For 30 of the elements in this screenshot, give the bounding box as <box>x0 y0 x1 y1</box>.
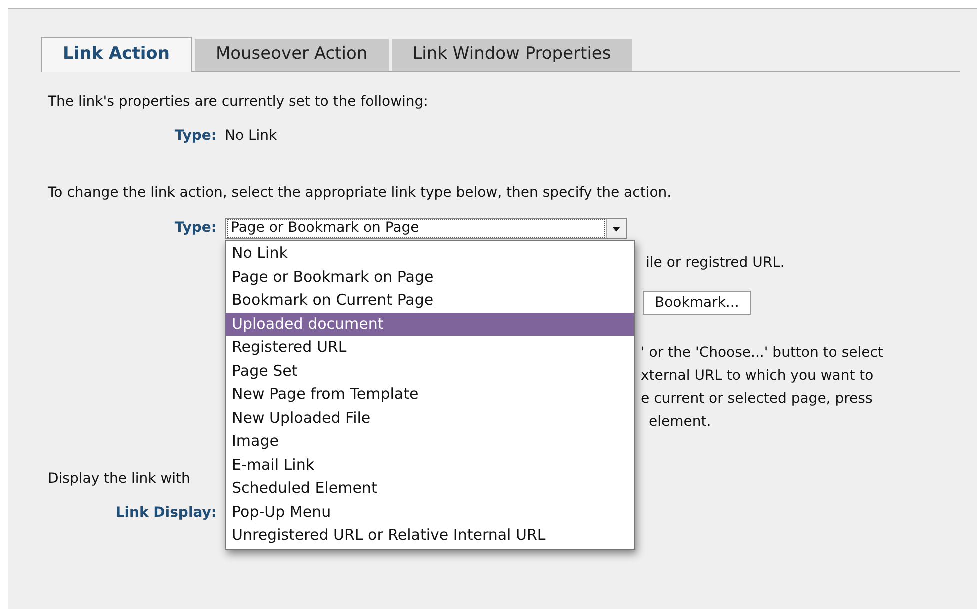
hint-text: ile or registred URL. <box>646 255 785 271</box>
type-label: Type: <box>174 127 218 146</box>
dropdown-option[interactable]: Bookmark on Current Page <box>226 289 634 312</box>
intro-text: The link's properties are currently set to the following: <box>48 93 430 112</box>
link-type-select[interactable]: Page or Bookmark on Page <box>225 218 627 238</box>
tab[interactable]: Link Action <box>41 37 192 72</box>
dropdown-option[interactable]: Pop-Up Menu <box>226 500 634 524</box>
bookmark-button[interactable]: Bookmark... <box>643 291 752 315</box>
type-value: No Link <box>225 127 278 146</box>
dropdown-option[interactable]: No Link <box>226 242 634 266</box>
tab[interactable]: Mouseover Action <box>194 39 389 71</box>
help-text: xternal URL to which you want to <box>641 367 875 386</box>
help-text: element. <box>648 413 712 432</box>
link-display-label: Link Display: <box>114 504 218 523</box>
instruction-text: To change the link action, select the appropriate link type below, then specify the action. <box>48 184 673 203</box>
dropdown-option[interactable]: Image <box>226 430 634 454</box>
help-text: ' or the 'Choose...' button to select <box>641 344 884 363</box>
dropdown-option[interactable]: Scheduled Element <box>226 477 634 500</box>
dropdown-option[interactable]: Registered URL <box>226 336 634 360</box>
type-label: Type: <box>174 218 218 238</box>
dropdown-option[interactable]: Page Set <box>226 360 634 383</box>
display-text: Display the link with <box>48 470 190 489</box>
dropdown-option[interactable]: Unregistered URL or Relative Internal URL <box>226 524 634 548</box>
dropdown-option[interactable]: Page or Bookmark on Page <box>226 266 634 289</box>
help-text: e current or selected page, press <box>641 390 874 409</box>
dropdown-option[interactable]: New Uploaded File <box>226 406 634 430</box>
dropdown-option[interactable]: New Page from Template <box>226 383 634 406</box>
dropdown-option[interactable]: Uploaded document <box>226 312 634 336</box>
dropdown-option[interactable]: E-mail Link <box>226 454 634 477</box>
tab[interactable]: Link Window Properties <box>392 39 632 71</box>
